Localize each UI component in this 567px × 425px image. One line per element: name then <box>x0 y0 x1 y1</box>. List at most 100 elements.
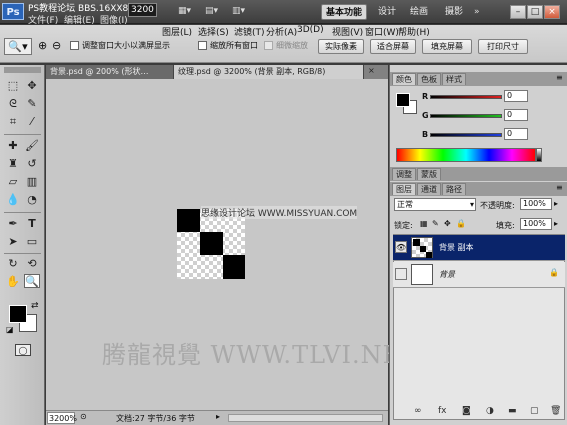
workspace-essentials[interactable]: 基本功能 <box>321 4 368 20</box>
horizontal-scrollbar[interactable] <box>228 414 383 422</box>
mask-icon[interactable]: ◙ <box>462 406 471 416</box>
group-icon[interactable]: ▬ <box>508 406 517 416</box>
pen-tool-icon[interactable]: ✒ <box>5 217 21 231</box>
zoom-level-select[interactable]: 3200 <box>128 3 157 17</box>
zoom-out-icon[interactable]: ⊖ <box>52 39 61 52</box>
path-select-tool-icon[interactable]: ➤ <box>5 235 21 249</box>
lock-position-icon[interactable]: ✥ <box>444 219 451 228</box>
menu-3d[interactable]: 3D(D) <box>297 25 324 35</box>
workspace-design[interactable]: 设计 <box>374 4 400 20</box>
lasso-tool-icon[interactable]: ᘓ <box>5 97 21 111</box>
type-tool-icon[interactable]: T <box>24 217 40 231</box>
menu-layer[interactable]: 图层(L) <box>162 25 192 38</box>
adjustment-icon[interactable]: ◑ <box>486 406 494 416</box>
scrubby-zoom-checkbox[interactable] <box>264 41 273 50</box>
layer-row-background-copy[interactable]: 👁 背景 副本 <box>393 235 565 261</box>
fx-icon[interactable]: fx <box>438 406 447 416</box>
visibility-eye-icon[interactable] <box>395 268 407 280</box>
zoom-tool-preset-icon[interactable]: 🔍▾ <box>4 38 32 55</box>
tab-document-2[interactable]: 纹理.psd @ 3200% (背景 副本, RGB/8) <box>174 65 364 79</box>
close-tab-icon[interactable]: × <box>368 66 375 75</box>
layer-name[interactable]: 背景 <box>439 269 455 280</box>
trash-icon[interactable]: 🗑 <box>550 406 561 416</box>
quick-mask-icon[interactable]: ◯ <box>15 344 31 356</box>
fill-screen-button[interactable]: 填充屏幕 <box>422 39 472 54</box>
workspace-photography[interactable]: 摄影 <box>441 4 467 20</box>
channel-b-value[interactable]: 0 <box>504 128 528 140</box>
channel-b-slider[interactable] <box>430 133 502 137</box>
tab-document-1[interactable]: 背景.psd @ 200% (形状… <box>46 65 174 79</box>
tab-color[interactable]: 颜色 <box>392 73 416 85</box>
eraser-tool-icon[interactable]: ▱ <box>5 175 21 189</box>
history-brush-tool-icon[interactable]: ↺ <box>24 157 40 171</box>
opacity-field[interactable]: 100% <box>520 198 552 210</box>
layer-name[interactable]: 背景 副本 <box>439 242 474 253</box>
close-button[interactable]: × <box>544 5 560 19</box>
print-size-button[interactable]: 打印尺寸 <box>478 39 528 54</box>
workspace-painting[interactable]: 绘画 <box>406 4 432 20</box>
arrange-icon[interactable]: ▤▾ <box>205 6 218 16</box>
color-spectrum-bar[interactable] <box>396 148 536 162</box>
blend-mode-select[interactable]: 正常 ▾ <box>394 198 476 211</box>
menu-help[interactable]: 帮助(H) <box>398 25 430 38</box>
lock-transparent-icon[interactable]: ▦ <box>420 219 428 228</box>
status-info-icon[interactable]: ⊙ <box>80 412 87 421</box>
channel-r-value[interactable]: 0 <box>504 90 528 102</box>
lock-image-icon[interactable]: ✎ <box>432 219 439 228</box>
quick-select-tool-icon[interactable]: ✎ <box>24 97 40 111</box>
black-white-ramp[interactable] <box>536 148 542 162</box>
zoom-in-icon[interactable]: ⊕ <box>38 39 47 52</box>
swap-colors-icon[interactable]: ⇄ <box>31 301 39 311</box>
foreground-color-swatch[interactable] <box>9 305 27 323</box>
layers-menu-icon[interactable]: ≡ <box>556 183 563 192</box>
resize-windows-checkbox[interactable] <box>70 41 79 50</box>
gradient-tool-icon[interactable]: ▥ <box>24 175 40 189</box>
zoom-all-windows-checkbox[interactable] <box>198 41 207 50</box>
channel-g-value[interactable]: 0 <box>504 109 528 121</box>
status-menu-arrow-icon[interactable]: ▸ <box>216 412 220 421</box>
status-zoom-field[interactable]: 3200% <box>47 412 77 424</box>
clone-stamp-tool-icon[interactable]: ♜ <box>5 157 21 171</box>
tab-layers[interactable]: 图层 <box>392 183 416 195</box>
visibility-eye-icon[interactable]: 👁 <box>395 241 407 253</box>
fill-field[interactable]: 100% <box>520 218 552 230</box>
maximize-button[interactable]: □ <box>527 5 543 19</box>
hand-tool-icon[interactable]: ✋ <box>5 275 21 289</box>
marquee-tool-icon[interactable]: ⬚ <box>5 79 21 93</box>
menu-view[interactable]: 视图(V) <box>332 25 363 38</box>
channel-g-slider[interactable] <box>430 114 502 118</box>
panel-foreground-swatch[interactable] <box>396 93 410 107</box>
brush-tool-icon[interactable]: 🖌 <box>24 139 40 153</box>
3d-rotate-tool-icon[interactable]: ↻ <box>5 257 21 271</box>
new-layer-icon[interactable]: ▢ <box>530 406 539 416</box>
tab-styles[interactable]: 样式 <box>442 73 466 85</box>
menu-analysis[interactable]: 分析(A) <box>266 25 297 38</box>
zoom-tool-icon[interactable]: 🔍 <box>24 274 40 288</box>
crop-tool-icon[interactable]: ⌗ <box>5 115 21 129</box>
layer-row-background[interactable]: 背景 🔒 <box>393 262 565 288</box>
fill-arrow-icon[interactable]: ▸ <box>554 219 558 228</box>
extras-icon[interactable]: ▥▾ <box>232 6 245 16</box>
eyedropper-tool-icon[interactable]: ⁄ <box>24 115 40 129</box>
healing-brush-tool-icon[interactable]: ✚ <box>5 139 21 153</box>
minimize-button[interactable]: – <box>510 5 526 19</box>
menu-select[interactable]: 选择(S) <box>198 25 229 38</box>
fit-screen-button[interactable]: 适合屏幕 <box>370 39 416 54</box>
more-workspaces-icon[interactable]: » <box>474 7 480 17</box>
dodge-tool-icon[interactable]: ◔ <box>24 193 40 207</box>
default-colors-icon[interactable]: ◪ <box>6 325 14 334</box>
blur-tool-icon[interactable]: 💧 <box>5 193 21 207</box>
actual-pixels-button[interactable]: 实际像素 <box>318 39 364 54</box>
menu-window[interactable]: 窗口(W) <box>365 25 399 38</box>
panel-menu-icon[interactable]: ≡ <box>556 73 563 82</box>
toolbox-grip[interactable] <box>4 67 41 73</box>
3d-orbit-tool-icon[interactable]: ⟲ <box>24 257 40 271</box>
lock-all-icon[interactable]: 🔒 <box>456 219 466 228</box>
opacity-arrow-icon[interactable]: ▸ <box>554 199 558 208</box>
tab-channels[interactable]: 通道 <box>417 183 441 195</box>
screen-mode-icon[interactable]: ▦▾ <box>178 6 191 16</box>
channel-r-slider[interactable] <box>430 95 502 99</box>
shape-tool-icon[interactable]: ▭ <box>24 235 40 249</box>
move-tool-icon[interactable]: ✥ <box>24 79 40 93</box>
tab-masks[interactable]: 蒙版 <box>417 168 441 180</box>
